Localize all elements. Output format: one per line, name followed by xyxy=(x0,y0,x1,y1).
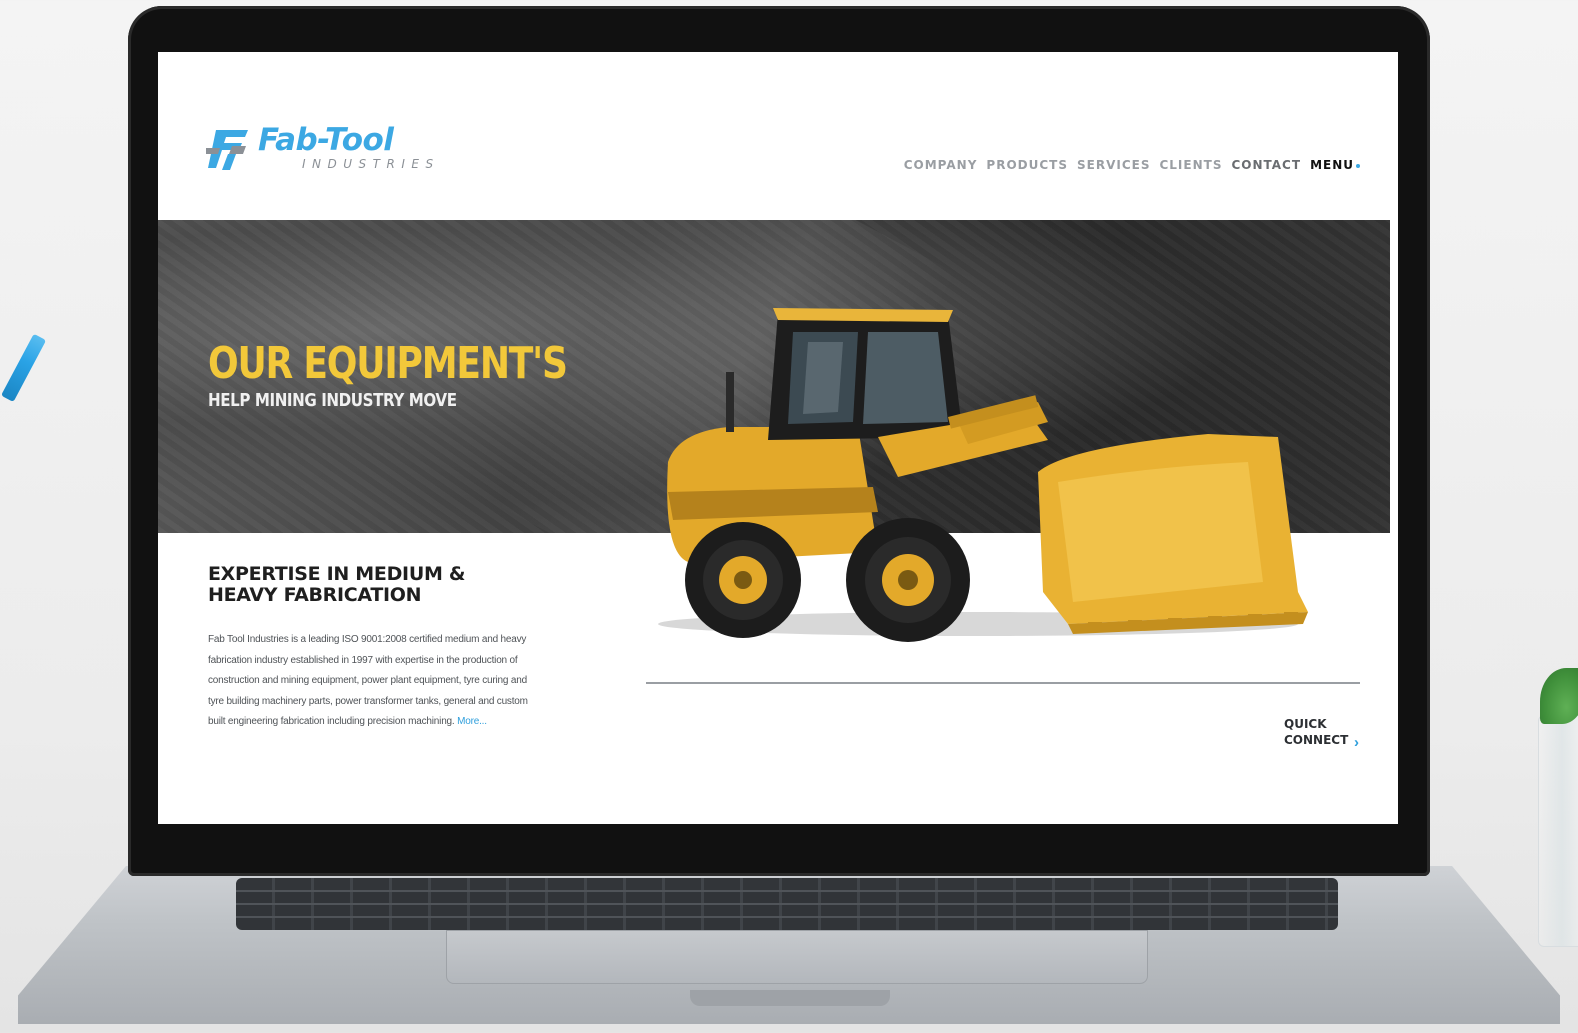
pencil-decoration xyxy=(0,333,47,403)
intro-title-line-2: HEAVY FABRICATION xyxy=(208,584,422,606)
more-link[interactable]: More... xyxy=(457,716,487,727)
section-divider xyxy=(646,682,1360,684)
hero-subheadline: HELP MINING INDUSTRY MOVE xyxy=(208,390,457,411)
logo-title: Fab-Tool xyxy=(258,122,394,158)
plant-leaf-decoration xyxy=(1540,668,1578,724)
menu-dot-icon xyxy=(1356,163,1360,168)
site-logo[interactable]: Fab-Tool INDUSTRIES xyxy=(206,120,433,180)
keyboard-row xyxy=(236,903,1338,905)
intro-title-line-1: EXPERTISE IN MEDIUM & xyxy=(208,563,466,585)
wheel-loader-image xyxy=(658,308,1308,642)
nav-item-company[interactable]: COMPANY xyxy=(904,158,978,172)
laptop-trackpad xyxy=(446,930,1148,984)
nav-item-products[interactable]: PRODUCTS xyxy=(986,158,1068,172)
laptop-lip xyxy=(690,990,890,1006)
keyboard-row xyxy=(236,916,1338,918)
laptop-screen: Fab-Tool INDUSTRIES COMPANY PRODUCTS SER… xyxy=(158,52,1398,824)
fab-tool-logo-icon xyxy=(206,130,248,170)
site-header: Fab-Tool INDUSTRIES COMPANY PRODUCTS SER… xyxy=(158,52,1398,220)
intro-body-text: Fab Tool Industries is a leading ISO 900… xyxy=(208,634,528,727)
keyboard-row xyxy=(236,890,1338,892)
laptop-keyboard xyxy=(236,878,1338,930)
nav-item-services[interactable]: SERVICES xyxy=(1077,158,1150,172)
quick-connect-button[interactable]: QUICK CONNECT xyxy=(1284,716,1348,748)
logo-subtitle: INDUSTRIES xyxy=(302,157,440,171)
nav-item-contact[interactable]: CONTACT xyxy=(1231,158,1301,172)
nav-menu-label: MENU xyxy=(1310,158,1354,172)
chevron-right-icon[interactable]: › xyxy=(1354,734,1359,751)
hero-headline: OUR EQUIPMENT'S xyxy=(208,338,568,389)
nav-menu-button[interactable]: MENU xyxy=(1310,158,1360,172)
main-navigation: COMPANY PRODUCTS SERVICES CLIENTS CONTAC… xyxy=(904,158,1360,172)
intro-paragraph: Fab Tool Industries is a leading ISO 900… xyxy=(208,630,538,733)
quick-connect-line-2: CONNECT xyxy=(1284,733,1349,747)
quick-connect-line-1: QUICK xyxy=(1284,717,1327,731)
intro-title: EXPERTISE IN MEDIUM & HEAVY FABRICATION xyxy=(208,564,465,606)
plant-vase-decoration xyxy=(1538,715,1578,947)
nav-item-clients[interactable]: CLIENTS xyxy=(1159,158,1222,172)
